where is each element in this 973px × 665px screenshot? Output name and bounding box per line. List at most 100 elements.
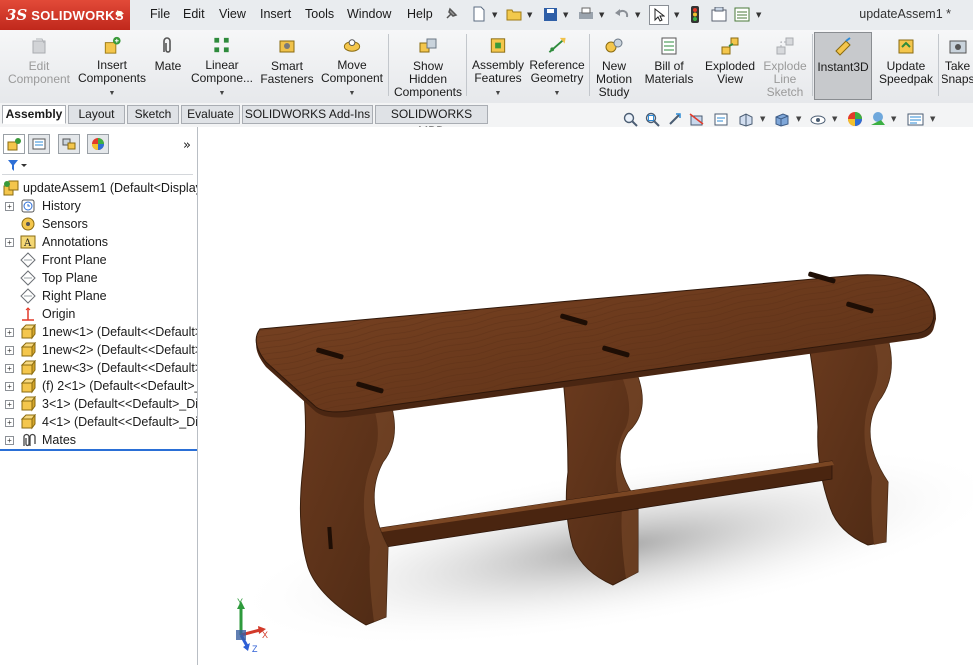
explode-line-sketch-button[interactable]: Explode Line Sketch [760,32,810,100]
expand-toggle-icon[interactable]: + [5,202,14,211]
edit-component-button[interactable]: Edit Component [4,32,74,100]
expand-toggle-icon[interactable]: + [5,418,14,427]
menu-insert[interactable]: Insert [260,7,291,21]
insert-components-dropdown-icon[interactable]: ▼ [109,87,116,100]
hide-show-items-icon[interactable] [809,110,827,128]
zoom-to-area-icon[interactable] [643,110,661,128]
tree-item[interactable]: + (f) 2<1> (Default<<Default>_ [0,377,197,395]
pin-icon[interactable] [442,5,460,23]
linear-component-pattern-button[interactable]: Linear Compone... ▼ [188,32,256,100]
tree-item[interactable]: + History [0,197,197,215]
view-orientation-icon[interactable] [737,110,755,128]
expand-toggle-icon[interactable]: + [5,364,14,373]
view-settings-dropdown-icon[interactable]: ▼ [930,115,935,123]
tree-item[interactable]: +1new<1> (Default<<Default> [0,323,197,341]
tree-item[interactable]: Top Plane [0,269,197,287]
tab-solidworks-add-ins[interactable]: SOLIDWORKS Add-Ins [242,105,373,124]
file-properties-icon[interactable] [710,5,728,23]
expand-panel-icon[interactable]: » [183,138,191,153]
tab-property-manager[interactable] [28,134,50,154]
new-dropdown-icon[interactable]: ▼ [492,11,497,19]
display-style-icon[interactable] [773,110,791,128]
take-snapshot-button[interactable]: Take Snaps [942,32,973,100]
solidworks-logo[interactable]: 3S SOLIDWORKS ▶ [0,0,130,30]
new-document-icon[interactable] [470,5,488,23]
apply-scene-dropdown-icon[interactable]: ▼ [891,115,896,123]
move-component-button[interactable]: Move Component ▼ [318,32,386,100]
tree-item[interactable]: Sensors [0,215,197,233]
open-folder-icon[interactable] [505,5,523,23]
view-settings-icon[interactable] [906,110,924,128]
tree-item[interactable]: + Mates [0,431,197,449]
smart-fasteners-button[interactable]: Smart Fasteners [258,32,316,100]
mate-button[interactable]: Mate [150,32,186,100]
graphics-area[interactable]: Y X Z [198,127,973,665]
undo-dropdown-icon[interactable]: ▼ [635,11,640,19]
section-view-icon[interactable] [688,110,706,128]
edit-appearance-icon[interactable] [846,110,864,128]
tab-feature-manager[interactable] [3,134,25,154]
tree-item[interactable]: +1new<2> (Default<<Default> [0,341,197,359]
expand-toggle-icon[interactable]: + [5,436,14,445]
select-dropdown-icon[interactable]: ▼ [674,11,679,19]
tree-item[interactable]: +1new<3> (Default<<Default> [0,359,197,377]
menu-window[interactable]: Window [347,7,391,21]
linear-component-dropdown-icon[interactable]: ▼ [219,87,226,100]
menu-edit[interactable]: Edit [183,7,205,21]
insert-components-button[interactable]: Insert Components ▼ [76,32,148,100]
tree-item[interactable]: + A Annotations [0,233,197,251]
open-dropdown-icon[interactable]: ▼ [527,11,532,19]
tab-evaluate[interactable]: Evaluate [181,105,240,124]
print-icon[interactable] [577,5,595,23]
expand-toggle-icon[interactable]: + [5,400,14,409]
exploded-view-button[interactable]: Exploded View [702,32,758,100]
print-dropdown-icon[interactable]: ▼ [599,11,604,19]
options-dropdown-icon[interactable]: ▼ [756,11,761,19]
tab-assembly[interactable]: Assembly [2,105,66,124]
instant3d-button[interactable]: Instant3D [814,32,872,100]
tab-configuration-manager[interactable] [58,134,80,154]
expand-toggle-icon[interactable]: + [5,346,14,355]
previous-view-icon[interactable] [666,110,684,128]
reference-geometry-dropdown-icon[interactable]: ▼ [554,87,561,100]
options-icon[interactable] [733,5,751,23]
new-motion-study-button[interactable]: New Motion Study [592,32,636,100]
menu-file[interactable]: File [150,7,170,21]
assembly-features-dropdown-icon[interactable]: ▼ [495,87,502,100]
undo-icon[interactable] [613,5,631,23]
select-arrow-icon[interactable] [649,5,669,25]
tab-display-manager[interactable] [87,134,109,154]
menu-view[interactable]: View [219,7,246,21]
bill-of-materials-button[interactable]: Bill of Materials [640,32,698,100]
tree-root-assembly[interactable]: updateAssem1 (Default<Display [0,179,197,197]
model-viewport[interactable]: Y X Z [198,127,973,665]
tree-filter[interactable] [2,158,193,175]
assembly-features-button[interactable]: Assembly Features ▼ [470,32,526,100]
save-dropdown-icon[interactable]: ▼ [563,11,568,19]
zoom-to-fit-icon[interactable] [621,110,639,128]
show-hidden-components-button[interactable]: Show Hidden Components [392,32,464,100]
display-style-dropdown-icon[interactable]: ▼ [796,115,801,123]
rebuild-traffic-light-icon[interactable] [686,5,704,23]
tab-solidworks-mbd[interactable]: SOLIDWORKS MBD [375,105,488,138]
reference-geometry-button[interactable]: Reference Geometry ▼ [528,32,586,100]
tree-item[interactable]: Origin [0,305,197,323]
apply-scene-icon[interactable] [869,110,887,128]
view-orientation-dropdown-icon[interactable]: ▼ [760,115,765,123]
tab-layout[interactable]: Layout [68,105,125,124]
expand-toggle-icon[interactable]: + [5,382,14,391]
hide-show-dropdown-icon[interactable]: ▼ [832,115,837,123]
update-speedpak-button[interactable]: Update Speedpak [876,32,936,100]
tree-item[interactable]: +3<1> (Default<<Default>_Dis [0,395,197,413]
menu-tools[interactable]: Tools [305,7,334,21]
tree-item[interactable]: Front Plane [0,251,197,269]
expand-toggle-icon[interactable]: + [5,328,14,337]
tab-sketch[interactable]: Sketch [127,105,179,124]
menu-help[interactable]: Help [407,7,433,21]
tree-item[interactable]: Right Plane [0,287,197,305]
expand-toggle-icon[interactable]: + [5,238,14,247]
tree-item[interactable]: +4<1> (Default<<Default>_Dis [0,413,197,431]
save-icon[interactable] [541,5,559,23]
dynamic-annotation-icon[interactable] [712,110,730,128]
move-component-dropdown-icon[interactable]: ▼ [349,87,356,100]
